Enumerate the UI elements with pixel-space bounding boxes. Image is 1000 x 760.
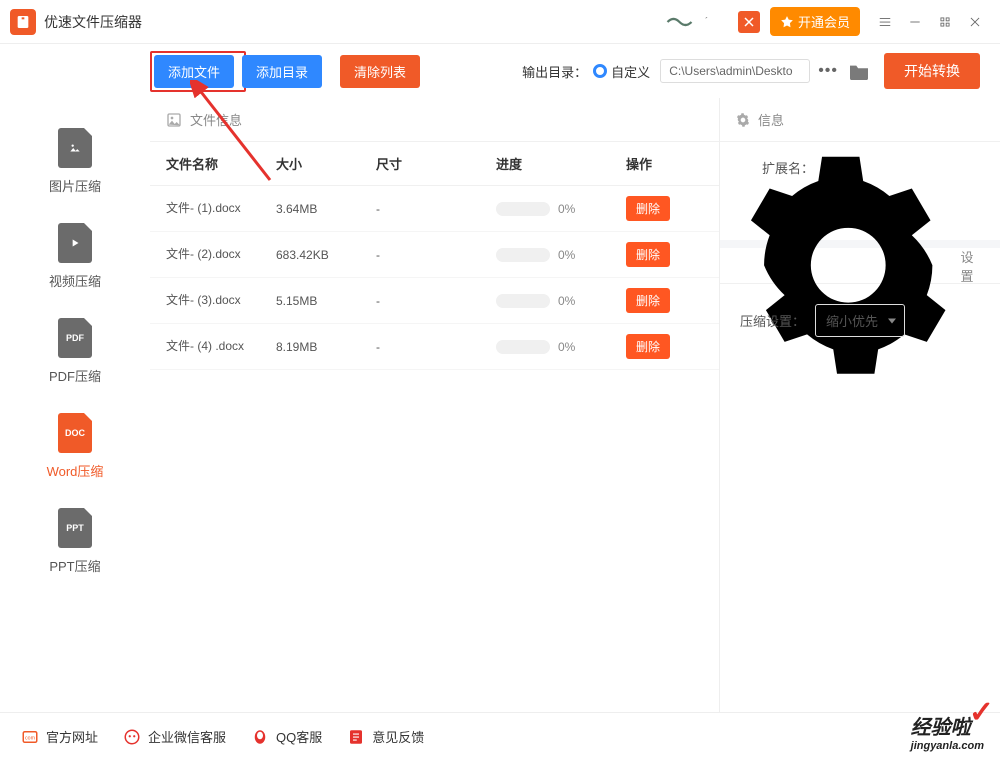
minimize-icon[interactable] bbox=[900, 7, 930, 37]
col-dim-header: 尺寸 bbox=[376, 154, 496, 173]
file-name: 文件- (2).docx bbox=[166, 246, 276, 263]
sidebar-item-label: PPT压缩 bbox=[49, 556, 100, 575]
footer: com 官方网址 企业微信客服 QQ客服 意见反馈 bbox=[0, 712, 1000, 760]
settings-header: 设置 bbox=[720, 240, 1000, 284]
sidebar-item-word[interactable]: DOC Word压缩 bbox=[0, 403, 150, 498]
sidebar-item-label: 图片压缩 bbox=[49, 176, 101, 195]
sidebar: 图片压缩 视频压缩 PDF PDF压缩 DOC Word压缩 PPT PPT压缩 bbox=[0, 98, 150, 712]
table-row[interactable]: 文件- (1).docx3.64MB-0%删除 bbox=[150, 186, 719, 232]
menu-icon[interactable] bbox=[870, 7, 900, 37]
add-file-button[interactable]: 添加文件 bbox=[154, 55, 234, 88]
ppt-file-icon: PPT bbox=[58, 508, 92, 548]
right-panel: 信息 扩展名： docx 大小： 3.64MB 设置 压缩设置： 缩小优先 bbox=[720, 98, 1000, 712]
video-file-icon bbox=[58, 223, 92, 263]
sidebar-item-label: PDF压缩 bbox=[49, 366, 101, 385]
image-icon bbox=[166, 112, 182, 128]
browse-dots-icon[interactable]: ••• bbox=[818, 62, 838, 80]
feedback-icon bbox=[346, 727, 366, 747]
delete-button[interactable]: 删除 bbox=[626, 288, 670, 313]
delete-button[interactable]: 删除 bbox=[626, 196, 670, 221]
svg-text:com: com bbox=[25, 735, 36, 741]
file-size: 8.19MB bbox=[276, 340, 376, 354]
delete-button[interactable]: 删除 bbox=[626, 334, 670, 359]
file-list-panel: 文件信息 文件名称 大小 尺寸 进度 操作 文件- (1).docx3.64MB… bbox=[150, 98, 720, 712]
info-header: 信息 bbox=[720, 98, 1000, 142]
file-dim: - bbox=[376, 202, 496, 216]
gear-icon bbox=[736, 113, 750, 127]
title-bar: 优速文件压缩器 ˊ 开通会员 bbox=[0, 0, 1000, 44]
compress-select[interactable]: 缩小优先 bbox=[815, 304, 905, 337]
maximize-icon[interactable] bbox=[930, 7, 960, 37]
footer-website[interactable]: com 官方网址 bbox=[20, 727, 98, 747]
output-custom-label: 自定义 bbox=[611, 62, 650, 81]
file-size: 5.15MB bbox=[276, 294, 376, 308]
col-name-header: 文件名称 bbox=[166, 154, 276, 173]
file-size: 3.64MB bbox=[276, 202, 376, 216]
output-custom-radio[interactable] bbox=[593, 64, 607, 78]
footer-wechat[interactable]: 企业微信客服 bbox=[122, 727, 226, 747]
file-dim: - bbox=[376, 340, 496, 354]
main-body: 图片压缩 视频压缩 PDF PDF压缩 DOC Word压缩 PPT PPT压缩… bbox=[0, 98, 1000, 712]
file-panel-title: 文件信息 bbox=[190, 110, 242, 129]
clear-list-button[interactable]: 清除列表 bbox=[340, 55, 420, 88]
gear-icon bbox=[736, 153, 960, 377]
close-icon[interactable] bbox=[960, 7, 990, 37]
decorative-icon bbox=[666, 12, 696, 32]
table-header: 文件名称 大小 尺寸 进度 操作 bbox=[150, 142, 719, 186]
sidebar-item-pdf[interactable]: PDF PDF压缩 bbox=[0, 308, 150, 403]
app-title: 优速文件压缩器 bbox=[44, 12, 142, 32]
col-size-header: 大小 bbox=[276, 154, 376, 173]
table-row[interactable]: 文件- (2).docx683.42KB-0%删除 bbox=[150, 232, 719, 278]
vip-button[interactable]: 开通会员 bbox=[770, 7, 860, 36]
delete-button[interactable]: 删除 bbox=[626, 242, 670, 267]
sidebar-item-ppt[interactable]: PPT PPT压缩 bbox=[0, 498, 150, 593]
output-path-field[interactable]: C:\Users\admin\Deskto bbox=[660, 59, 810, 83]
col-op-header: 操作 bbox=[626, 154, 686, 173]
file-dim: - bbox=[376, 294, 496, 308]
sidebar-item-label: 视频压缩 bbox=[49, 271, 101, 290]
wechat-icon bbox=[122, 727, 142, 747]
file-name: 文件- (3).docx bbox=[166, 292, 276, 309]
app-logo-icon bbox=[10, 9, 36, 35]
file-progress: 0% bbox=[496, 248, 626, 262]
file-dim: - bbox=[376, 248, 496, 262]
sidebar-item-image[interactable]: 图片压缩 bbox=[0, 118, 150, 213]
compress-label: 压缩设置： bbox=[740, 311, 805, 330]
file-progress: 0% bbox=[496, 202, 626, 216]
image-file-icon bbox=[58, 128, 92, 168]
file-progress: 0% bbox=[496, 340, 626, 354]
output-label: 输出目录： bbox=[522, 62, 587, 81]
main-area: 文件信息 文件名称 大小 尺寸 进度 操作 文件- (1).docx3.64MB… bbox=[150, 98, 1000, 712]
file-panel-header: 文件信息 bbox=[150, 98, 719, 142]
col-prog-header: 进度 bbox=[496, 154, 626, 173]
pdf-file-icon: PDF bbox=[58, 318, 92, 358]
website-icon: com bbox=[20, 727, 40, 747]
file-size: 683.42KB bbox=[276, 248, 376, 262]
sidebar-item-label: Word压缩 bbox=[47, 461, 104, 480]
word-file-icon: DOC bbox=[58, 413, 92, 453]
file-name: 文件- (4) .docx bbox=[166, 338, 276, 355]
file-name: 文件- (1).docx bbox=[166, 200, 276, 217]
add-directory-button[interactable]: 添加目录 bbox=[242, 55, 322, 88]
footer-feedback[interactable]: 意见反馈 bbox=[346, 727, 424, 747]
decorative-text: ˊ bbox=[704, 16, 708, 28]
brand-small-icon[interactable] bbox=[738, 11, 760, 33]
toolbar: 添加文件 添加目录 清除列表 输出目录： 自定义 C:\Users\admin\… bbox=[0, 44, 1000, 98]
info-title: 信息 bbox=[758, 110, 784, 129]
table-row[interactable]: 文件- (4) .docx8.19MB-0%删除 bbox=[150, 324, 719, 370]
settings-title: 设置 bbox=[960, 247, 984, 285]
qq-icon bbox=[250, 727, 270, 747]
start-convert-button[interactable]: 开始转换 bbox=[884, 53, 980, 89]
file-progress: 0% bbox=[496, 294, 626, 308]
sidebar-item-video[interactable]: 视频压缩 bbox=[0, 213, 150, 308]
watermark: ✓ 经验啦 jingyanla.com bbox=[911, 711, 984, 752]
annotation-highlight: 添加文件 bbox=[150, 51, 246, 92]
footer-qq[interactable]: QQ客服 bbox=[250, 727, 322, 747]
table-row[interactable]: 文件- (3).docx5.15MB-0%删除 bbox=[150, 278, 719, 324]
open-folder-icon[interactable] bbox=[848, 62, 870, 80]
